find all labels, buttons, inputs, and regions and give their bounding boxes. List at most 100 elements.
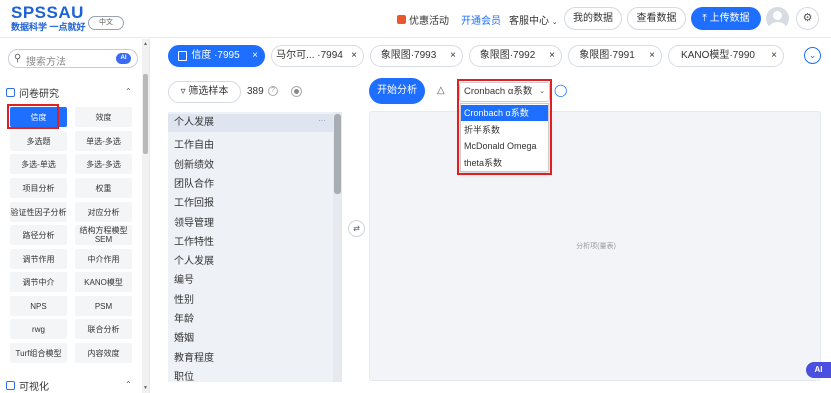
method-button[interactable]: Turf组合模型	[10, 343, 67, 363]
method-button[interactable]: 联合分析	[75, 319, 132, 339]
chevron-down-icon: ⌄	[551, 19, 558, 26]
ai-badge[interactable]: AI	[116, 53, 131, 64]
tab-item[interactable]: 马尔可... ·7994 ×	[271, 45, 364, 67]
help-icon[interactable]: ?	[268, 86, 278, 96]
language-switch[interactable]: 中文	[88, 16, 124, 30]
method-button[interactable]: 调节作用	[10, 249, 67, 269]
start-analysis-button[interactable]: 开始分析	[369, 78, 425, 104]
method-button[interactable]: 对应分析	[75, 202, 132, 222]
upload-label: 上传数据	[709, 13, 750, 24]
gear-icon[interactable]: ⚙	[796, 7, 819, 30]
questionnaire-icon	[6, 88, 15, 97]
section-questionnaire[interactable]: 问卷研究	[6, 85, 59, 100]
tab-label: 象限图·7992	[479, 50, 536, 61]
filter-sample-button[interactable]: ▿ 筛选样本	[168, 81, 241, 103]
upload-icon: ⤒	[702, 13, 707, 24]
tab-item[interactable]: 象限图·7992 ×	[469, 45, 562, 67]
more-options-icon[interactable]: ···	[318, 116, 326, 125]
sidebar-scrollbar[interactable]: ▲ ▼	[142, 39, 149, 393]
ai-float-button[interactable]: AI	[806, 362, 831, 378]
method-button[interactable]: NPS	[10, 296, 67, 316]
result-placeholder: 分析项(量表)	[576, 243, 616, 250]
radio-toggle[interactable]	[291, 86, 302, 97]
method-button[interactable]: 单选-多选	[75, 131, 132, 151]
variable-item[interactable]: 工作特性	[174, 233, 214, 248]
variable-list-scrollbar[interactable]	[333, 112, 342, 382]
tab-item[interactable]: 象限图·7993 ×	[370, 45, 463, 67]
method-button[interactable]: 权重	[75, 178, 132, 198]
my-data-button[interactable]: 我的数据	[564, 7, 622, 30]
method-button[interactable]: 效度	[75, 107, 132, 127]
close-icon[interactable]: ×	[549, 46, 555, 66]
variable-item[interactable]: 教育程度	[174, 349, 214, 364]
member-link[interactable]: 开通会员	[461, 12, 501, 27]
upload-data-button[interactable]: ⤒ 上传数据	[691, 7, 761, 30]
variable-item[interactable]: 个人发展	[174, 252, 214, 267]
section-visualization[interactable]: 可视化	[6, 378, 49, 393]
close-icon[interactable]: ×	[450, 46, 456, 66]
tab-item[interactable]: 信度 ·7995 ×	[168, 45, 265, 67]
section-label: 可视化	[19, 382, 49, 393]
variable-item[interactable]: 领导管理	[174, 214, 214, 229]
variable-item[interactable]: 婚姻	[174, 329, 194, 344]
close-icon[interactable]: ×	[771, 46, 777, 66]
scroll-up-icon[interactable]: ▲	[143, 41, 148, 47]
variable-item[interactable]: 创新绩效	[174, 156, 214, 171]
method-button[interactable]: 项目分析	[10, 178, 67, 198]
method-button[interactable]: rwg	[10, 319, 67, 339]
scrollbar-thumb[interactable]	[143, 74, 148, 154]
tab-item[interactable]: KANO模型·7990 ×	[668, 45, 784, 67]
service-menu[interactable]: 客服中心 ⌄	[509, 12, 558, 27]
chevron-up-icon[interactable]: ⌃	[125, 87, 132, 96]
variable-item[interactable]: 团队合作	[174, 175, 214, 190]
variable-item[interactable]: 编号	[174, 271, 194, 286]
tabs-more-icon[interactable]: ⌄	[804, 47, 821, 64]
scroll-down-icon[interactable]: ▼	[143, 385, 148, 391]
lightbulb-icon[interactable]: ◯	[554, 83, 567, 97]
method-button[interactable]: 内容效度	[75, 343, 132, 363]
swap-icon[interactable]: ⇄	[348, 220, 365, 237]
method-button[interactable]: 结构方程模型SEM	[75, 225, 132, 245]
variable-item[interactable]: 工作自由	[174, 136, 214, 151]
view-data-button[interactable]: 查看数据	[627, 7, 686, 30]
filter-icon: ▿	[180, 86, 186, 97]
search-icon: ⚲	[14, 53, 22, 64]
chevron-up-icon[interactable]: ⌃	[125, 380, 132, 389]
scrollbar-thumb[interactable]	[334, 114, 341, 194]
method-button[interactable]: 多选题	[10, 131, 67, 151]
tab-item[interactable]: 象限图·7991 ×	[568, 45, 662, 67]
search-input[interactable]: ⚲ 搜索方法 AI	[8, 49, 138, 68]
flask-icon[interactable]: △	[437, 85, 445, 96]
section-label: 问卷研究	[19, 89, 59, 100]
close-icon[interactable]: ×	[649, 46, 655, 66]
tab-label: 马尔可... ·7994	[276, 50, 343, 61]
method-button[interactable]: KANO模型	[75, 272, 132, 292]
highlight-box	[7, 104, 59, 129]
close-icon[interactable]: ×	[351, 46, 357, 66]
sidebar: ⚲ 搜索方法 AI 问卷研究 ⌃ 信度 效度 多选题 单选-多选 多选-单选 多选-多选项…	[0, 39, 150, 393]
avatar[interactable]	[766, 7, 789, 30]
method-button[interactable]: 验证性因子分析	[10, 202, 67, 222]
variable-list: 个人发展 工作自由 创新绩效 团队合作 工作回报 领导管理 工作特性 个人发展 编号 性别 年龄 婚姻…	[168, 112, 342, 382]
variable-item[interactable]: 职位	[174, 368, 194, 382]
result-area[interactable]: 分析项(量表)	[369, 111, 821, 381]
promo-link[interactable]: 优惠活动	[397, 12, 449, 27]
method-button[interactable]: 路径分析	[10, 225, 67, 245]
search-placeholder: 搜索方法	[26, 57, 66, 68]
highlight-box	[457, 79, 552, 175]
variable-item[interactable]: 个人发展	[168, 114, 334, 132]
variable-item[interactable]: 性别	[174, 291, 194, 306]
filter-label: 筛选样本	[188, 86, 229, 97]
method-button[interactable]: 中介作用	[75, 249, 132, 269]
method-button[interactable]: PSM	[75, 296, 132, 316]
method-button[interactable]: 多选-多选	[75, 154, 132, 174]
variable-item[interactable]: 工作回报	[174, 194, 214, 209]
variable-item[interactable]: 年龄	[174, 310, 194, 325]
promo-label: 优惠活动	[409, 16, 449, 27]
method-button[interactable]: 多选-单选	[10, 154, 67, 174]
tab-label: 信度 ·7995	[191, 50, 240, 61]
method-button[interactable]: 调节中介	[10, 272, 67, 292]
tab-label: 象限图·7993	[380, 50, 437, 61]
close-icon[interactable]: ×	[252, 46, 258, 66]
logo[interactable]: SPSSAU 数据科学 一点就好	[11, 4, 86, 33]
